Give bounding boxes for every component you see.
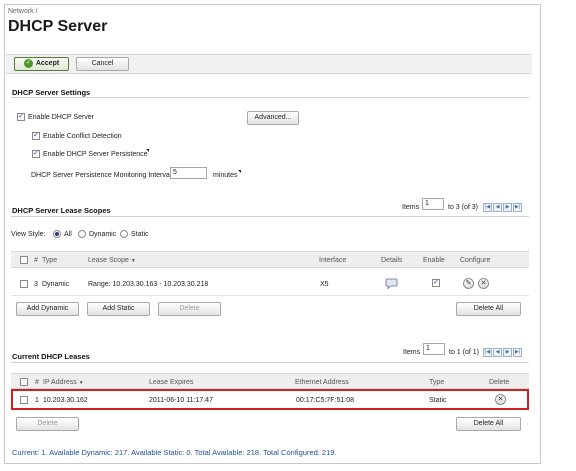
row-checkbox[interactable] <box>20 280 28 288</box>
note-marker-icon <box>238 170 241 173</box>
view-all-label: All <box>64 231 72 238</box>
col-num: # <box>34 257 38 264</box>
page-title: DHCP Server <box>8 18 108 35</box>
col-ip-address-label: IP Address <box>43 379 77 386</box>
prev-page-icon[interactable]: ◀ <box>493 203 502 212</box>
add-dynamic-button[interactable]: Add Dynamic <box>16 302 79 316</box>
last-page-icon[interactable]: ▶| <box>513 203 522 212</box>
last-page-icon[interactable]: ▶| <box>513 348 522 357</box>
table-row[interactable]: 3 Dynamic Range: 10.203.30.163 - 10.203.… <box>11 270 529 296</box>
leases-items-input[interactable]: 1 <box>423 343 445 355</box>
cancel-button[interactable]: Cancel <box>76 57 129 71</box>
col-interface: Interface <box>319 257 347 264</box>
row-enable-checkbox[interactable]: ✓ <box>432 279 440 287</box>
persistence-label: Enable DHCP Server Persistence <box>43 151 148 158</box>
delete-all-leases-button[interactable]: Delete All <box>456 417 521 431</box>
items-label: Items <box>402 204 420 211</box>
triangle-down-icon: ▼ <box>130 258 136 264</box>
col-lease-expires[interactable]: Lease Expires <box>149 379 193 386</box>
divider <box>11 362 529 363</box>
col-configure: Configure <box>460 257 491 264</box>
leases-heading: Current DHCP Leases <box>12 352 90 361</box>
comment-icon[interactable] <box>385 278 398 291</box>
view-static-radio[interactable] <box>120 230 128 238</box>
divider <box>11 216 529 217</box>
delete-all-scopes-button[interactable]: Delete All <box>456 302 521 316</box>
col-num: # <box>35 379 39 386</box>
row-interface: X5 <box>320 281 329 288</box>
col-type[interactable]: Type <box>429 379 444 386</box>
enable-dhcp-checkbox[interactable]: ✓ <box>17 113 25 121</box>
view-dynamic-radio[interactable] <box>78 230 86 238</box>
interval-label: DHCP Server Persistence Monitoring Inter… <box>31 172 174 179</box>
status-summary: Current: 1. Available Dynamic: 217. Avai… <box>12 448 337 457</box>
view-all-radio[interactable] <box>53 230 61 238</box>
items-range: to 1 (of 1) <box>449 349 479 356</box>
leases-table-header: # IP Address ▼ Lease Expires Ethernet Ad… <box>11 373 529 389</box>
first-page-icon[interactable]: |◀ <box>483 348 492 357</box>
select-all-checkbox[interactable] <box>20 256 28 264</box>
x-circle-icon[interactable]: ✕ <box>478 278 489 289</box>
view-static-label: Static <box>131 231 149 238</box>
col-enable: Enable <box>423 257 445 264</box>
scopes-table-header: # Type Lease Scope ▼ Interface Details E… <box>11 251 529 268</box>
col-lease-scope-label: Lease Scope <box>88 257 129 264</box>
col-ethernet-address[interactable]: Ethernet Address <box>295 379 349 386</box>
view-style-label: View Style: <box>11 231 46 238</box>
scopes-heading: DHCP Server Lease Scopes <box>12 206 111 215</box>
scopes-items-input[interactable]: 1 <box>422 198 444 210</box>
col-lease-scope[interactable]: Lease Scope ▼ <box>88 257 136 264</box>
col-details: Details <box>381 257 403 264</box>
interval-unit: minutes <box>213 172 238 179</box>
select-all-checkbox[interactable] <box>20 378 28 386</box>
divider <box>11 97 529 98</box>
row-num: 3 <box>34 281 38 288</box>
persistence-checkbox[interactable]: ✓ <box>32 150 40 158</box>
next-page-icon[interactable]: ▶ <box>503 348 512 357</box>
conflict-detection-label: Enable Conflict Detection <box>43 133 122 140</box>
pencil-icon[interactable]: ✎ <box>463 278 474 289</box>
col-delete: Delete <box>489 379 510 386</box>
conflict-detection-checkbox[interactable]: ✓ <box>32 132 40 140</box>
first-page-icon[interactable]: |◀ <box>483 203 492 212</box>
add-static-button[interactable]: Add Static <box>87 302 150 316</box>
note-marker-icon <box>146 149 149 152</box>
col-type[interactable]: Type <box>42 257 57 264</box>
check-circle-icon: ✓ <box>23 58 33 68</box>
accept-label: Accept <box>35 60 60 67</box>
advanced-button[interactable]: Advanced... <box>247 111 299 125</box>
enable-dhcp-label: Enable DHCP Server <box>28 114 95 121</box>
items-label: Items <box>403 349 421 356</box>
delete-lease-button[interactable]: Delete <box>16 417 79 431</box>
accept-button[interactable]: ✓ Accept <box>14 57 69 71</box>
items-range: to 3 (of 3) <box>448 204 478 211</box>
delete-scope-button[interactable]: Delete <box>158 302 221 316</box>
view-dynamic-label: Dynamic <box>89 231 117 238</box>
selected-row-highlight <box>11 389 529 410</box>
row-scope: Range: 10.203.30.163 - 10.203.30.218 <box>88 281 209 288</box>
settings-heading: DHCP Server Settings <box>12 88 91 97</box>
prev-page-icon[interactable]: ◀ <box>493 348 502 357</box>
interval-input[interactable]: 5 <box>170 167 207 179</box>
row-type: Dynamic <box>42 281 70 288</box>
toolbar: ✓ Accept Cancel <box>6 54 532 74</box>
breadcrumb[interactable]: Network / <box>8 8 38 15</box>
col-ip-address[interactable]: IP Address ▼ <box>43 379 84 386</box>
next-page-icon[interactable]: ▶ <box>503 203 512 212</box>
triangle-down-icon: ▼ <box>78 380 84 386</box>
